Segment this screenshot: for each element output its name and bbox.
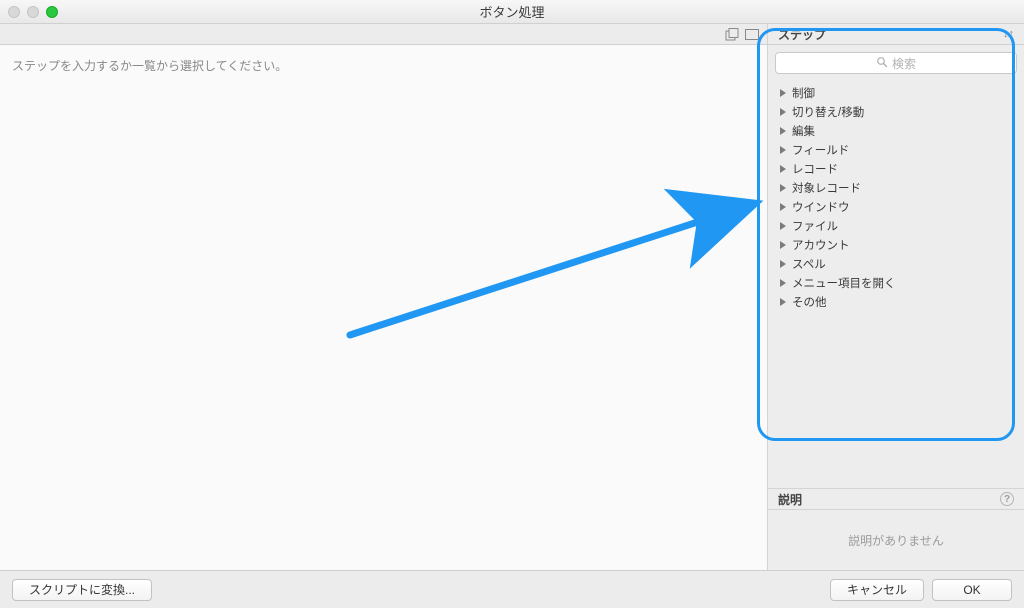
convert-button-label: スクリプトに変換... — [29, 581, 135, 598]
step-category-label: その他 — [792, 294, 827, 310]
traffic-lights — [8, 6, 58, 18]
search-icon — [876, 56, 888, 71]
chevron-right-icon — [780, 222, 786, 230]
chevron-right-icon — [780, 203, 786, 211]
step-category[interactable]: 制御 — [772, 83, 1024, 102]
step-category-label: 切り替え/移動 — [792, 104, 864, 120]
description-body: 説明がありません — [768, 510, 1024, 570]
script-editor-area[interactable]: ステップを入力するか一覧から選択してください。 — [0, 45, 768, 570]
chevron-right-icon — [780, 298, 786, 306]
window-minimize-button[interactable] — [27, 6, 39, 18]
step-category[interactable]: スペル — [772, 254, 1024, 273]
description-empty-text: 説明がありません — [848, 532, 944, 549]
step-category-label: フィールド — [792, 142, 849, 158]
cancel-button[interactable]: キャンセル — [830, 579, 924, 601]
step-category-label: ファイル — [792, 218, 838, 234]
description-header-label: 説明 — [778, 491, 802, 508]
steps-search-input[interactable]: 検索 — [775, 52, 1017, 74]
footer-bar: スクリプトに変換... キャンセル OK — [0, 570, 1024, 608]
chevron-right-icon — [780, 241, 786, 249]
window-close-button[interactable] — [8, 6, 20, 18]
step-category-label: 対象レコード — [792, 180, 861, 196]
description-panel: 説明 ? 説明がありません — [768, 488, 1024, 570]
cancel-button-label: キャンセル — [847, 581, 907, 598]
chevron-right-icon — [780, 89, 786, 97]
description-header: 説明 ? — [768, 488, 1024, 510]
chevron-right-icon — [780, 165, 786, 173]
step-category-label: 編集 — [792, 123, 815, 139]
panel-toggle-icon[interactable] — [743, 26, 761, 42]
step-category-label: ウインドウ — [792, 199, 850, 215]
script-editor-placeholder: ステップを入力するか一覧から選択してください。 — [12, 59, 287, 73]
chevron-right-icon — [780, 279, 786, 287]
chevron-right-icon — [780, 260, 786, 268]
chevron-right-icon — [780, 108, 786, 116]
step-category[interactable]: ウインドウ — [772, 197, 1024, 216]
step-category[interactable]: レコード — [772, 159, 1024, 178]
step-category[interactable]: フィールド — [772, 140, 1024, 159]
steps-category-list: 制御 切り替え/移動 編集 フィールド レコード 対象レコード ウインドウ ファ… — [768, 81, 1024, 321]
sort-icon[interactable]: ↓↑ — [1003, 28, 1014, 40]
step-category[interactable]: メニュー項目を開く — [772, 273, 1024, 292]
window-title: ボタン処理 — [0, 2, 1024, 21]
panel-header-row: ステップ ↓↑ — [0, 24, 1024, 45]
steps-panel-header: ステップ ↓↑ — [768, 24, 1024, 44]
step-category-label: レコード — [792, 161, 838, 177]
step-category[interactable]: その他 — [772, 292, 1024, 311]
chevron-right-icon — [780, 127, 786, 135]
left-panel-header — [0, 24, 768, 44]
step-category[interactable]: ファイル — [772, 216, 1024, 235]
window-zoom-button[interactable] — [46, 6, 58, 18]
steps-sidebar: 検索 制御 切り替え/移動 編集 フィールド レコード 対象レコード ウインドウ… — [768, 45, 1024, 570]
step-category-label: メニュー項目を開く — [792, 275, 896, 291]
search-placeholder: 検索 — [892, 55, 916, 72]
step-category[interactable]: 対象レコード — [772, 178, 1024, 197]
step-category[interactable]: アカウント — [772, 235, 1024, 254]
chevron-right-icon — [780, 184, 786, 192]
copy-icon[interactable] — [723, 26, 741, 42]
ok-button[interactable]: OK — [932, 579, 1012, 601]
title-bar: ボタン処理 — [0, 0, 1024, 24]
step-category-label: アカウント — [792, 237, 850, 253]
step-category[interactable]: 編集 — [772, 121, 1024, 140]
step-category-label: スペル — [792, 256, 826, 272]
help-icon[interactable]: ? — [1000, 492, 1014, 506]
ok-button-label: OK — [963, 583, 980, 597]
convert-to-script-button[interactable]: スクリプトに変換... — [12, 579, 152, 601]
chevron-right-icon — [780, 146, 786, 154]
step-category[interactable]: 切り替え/移動 — [772, 102, 1024, 121]
steps-header-label: ステップ — [778, 26, 826, 43]
step-category-label: 制御 — [792, 85, 815, 101]
